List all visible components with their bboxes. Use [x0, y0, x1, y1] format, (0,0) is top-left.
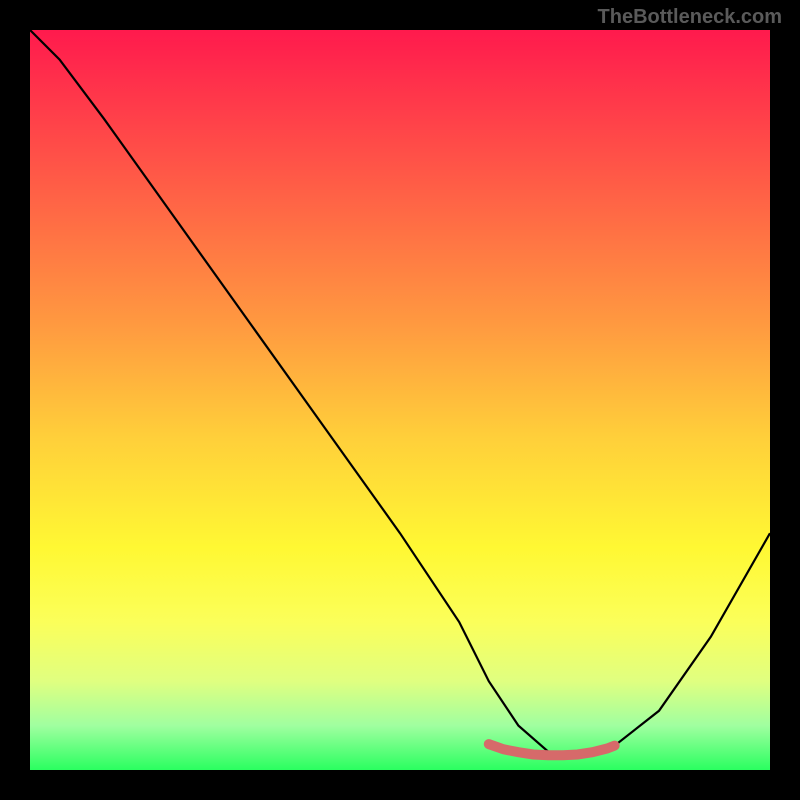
chart-svg [30, 30, 770, 770]
plot-area [30, 30, 770, 770]
sweet-spot-highlight-line [489, 744, 615, 755]
watermark-text: TheBottleneck.com [598, 6, 782, 29]
bottleneck-curve-line [30, 30, 770, 755]
